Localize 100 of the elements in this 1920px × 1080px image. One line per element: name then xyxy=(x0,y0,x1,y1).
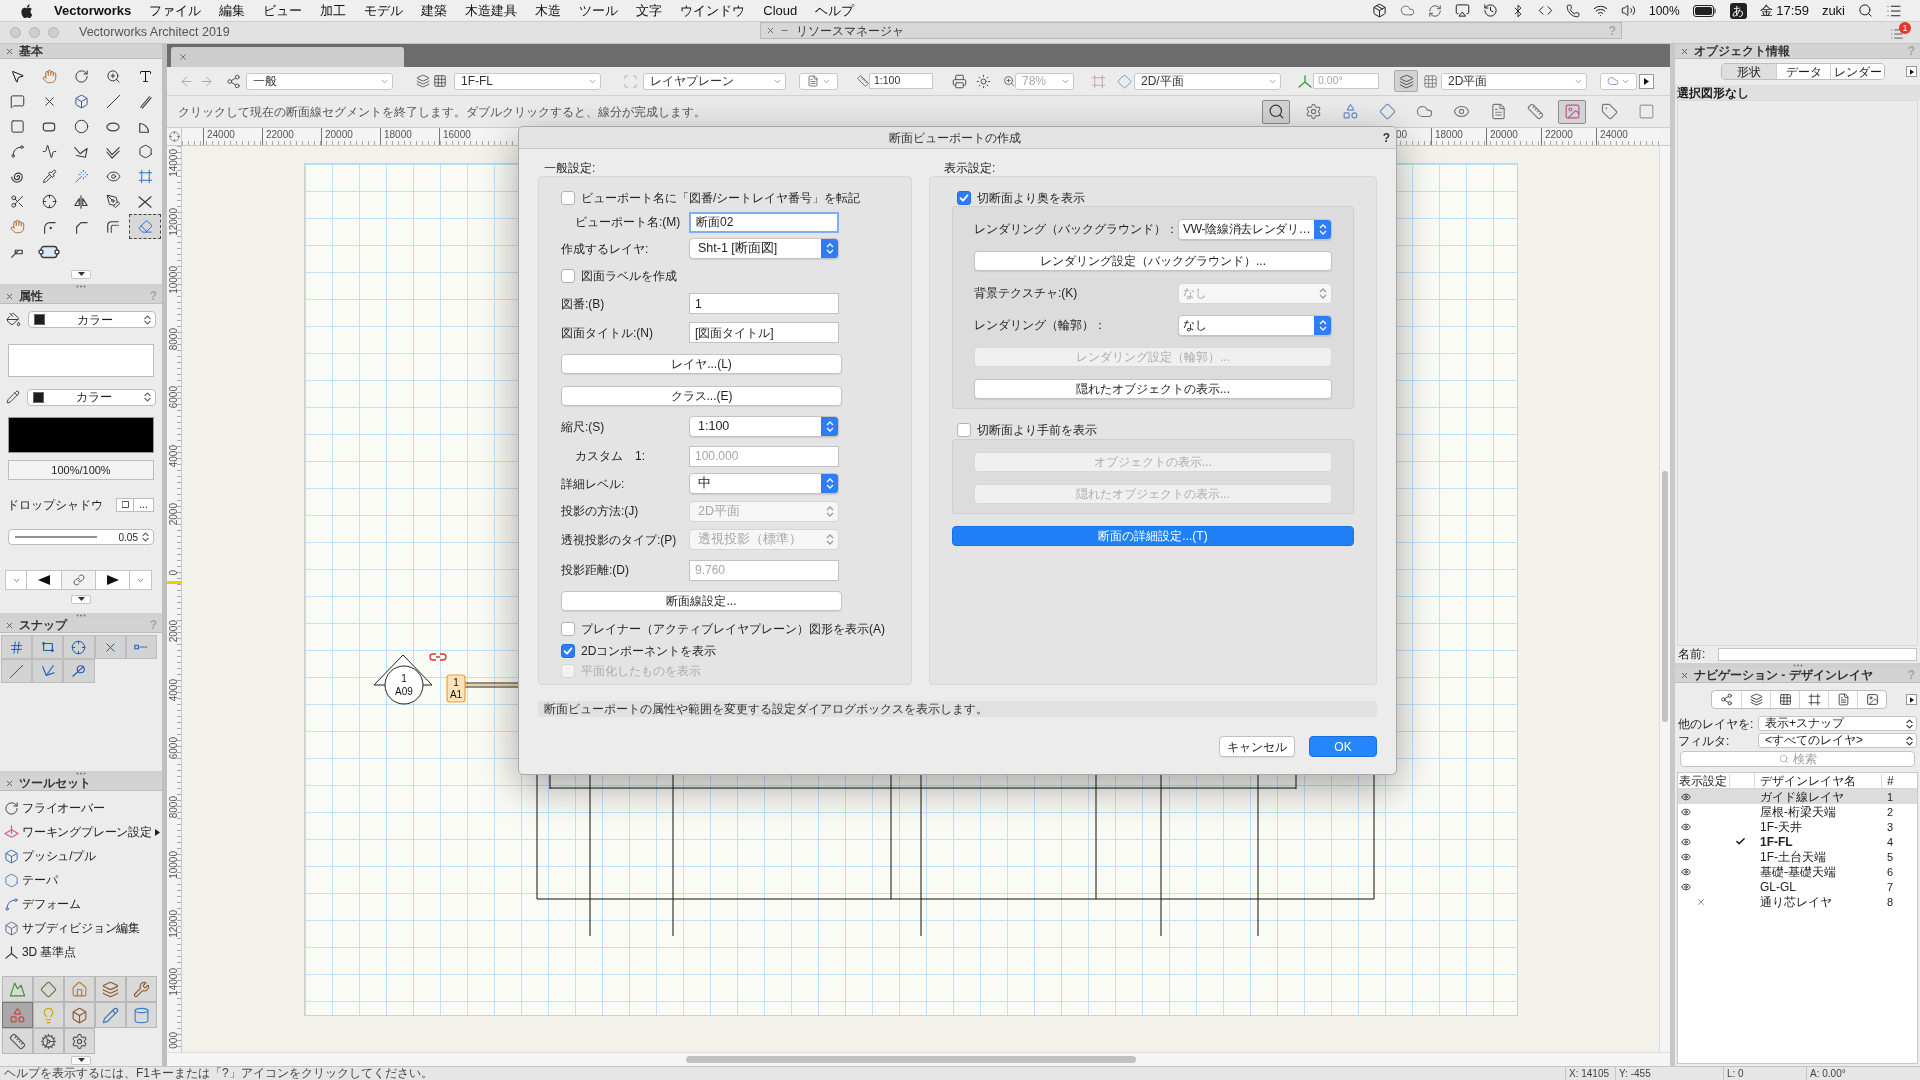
checkbox[interactable] xyxy=(561,269,575,283)
toolset-tab[interactable] xyxy=(33,976,64,1002)
snap-toggle[interactable] xyxy=(63,635,95,659)
collapse-button[interactable] xyxy=(71,1055,91,1065)
scrollbar-thumb[interactable] xyxy=(686,1056,1136,1063)
toolset-item[interactable]: フライオーバー xyxy=(0,796,162,820)
dialog-button[interactable]: OK xyxy=(1309,736,1377,757)
menu-item[interactable]: 木造建具 xyxy=(465,0,518,21)
user-name[interactable]: zuki xyxy=(1821,0,1845,21)
toolset-tab[interactable] xyxy=(95,1002,126,1028)
dropdown[interactable]: なし xyxy=(1178,314,1332,336)
toolset-item[interactable]: サブディビジョン編集 xyxy=(0,916,162,940)
scrollbar-thumb[interactable] xyxy=(1662,471,1668,722)
toolset-item[interactable]: プッシュ/プル xyxy=(0,844,162,868)
menu-item[interactable]: 木造 xyxy=(535,0,562,21)
stack-view-toggle[interactable] xyxy=(1394,70,1418,92)
menu-item[interactable]: ツール xyxy=(579,0,619,21)
menu-item[interactable]: モデル xyxy=(364,0,404,21)
menu-item[interactable]: 建築 xyxy=(421,0,448,21)
snap-toggle[interactable] xyxy=(1,635,33,659)
line-weight-dropdown[interactable]: 0.05 xyxy=(8,529,154,545)
checkbox[interactable] xyxy=(957,423,971,437)
text-field[interactable]: 1 xyxy=(689,293,839,314)
dialog-button[interactable]: 隠れたオブジェクトの表示... xyxy=(974,379,1332,399)
layer-row[interactable]: ガイド線レイヤ 1 xyxy=(1678,789,1917,804)
filter-dropdown[interactable]: <すべてのレイヤ> xyxy=(1758,733,1917,748)
checkbox[interactable] xyxy=(561,644,575,658)
dialog-button[interactable]: クラス...(E) xyxy=(561,385,842,406)
toolbar-dropdown[interactable]: 一般 xyxy=(246,72,393,90)
layer-row[interactable]: 1F-FL 4 xyxy=(1678,834,1917,849)
toolset-tab[interactable] xyxy=(95,976,126,1002)
drop-shadow-toggle[interactable] xyxy=(116,497,134,512)
toolset-tab[interactable] xyxy=(33,1028,64,1054)
toolbar-field[interactable]: 1:100 xyxy=(869,73,933,89)
toolset-tab[interactable] xyxy=(64,1002,95,1028)
text-field[interactable]: [図面タイトル] xyxy=(689,322,839,343)
menu-item[interactable]: Cloud xyxy=(763,0,798,21)
menu-item[interactable]: 加工 xyxy=(320,0,347,21)
snap-toggle[interactable] xyxy=(32,659,64,683)
app-menu[interactable]: Vectorworks xyxy=(54,0,132,21)
tool-button[interactable] xyxy=(129,214,161,239)
layer-row[interactable]: 基礎-基礎天端 6 xyxy=(1678,864,1917,879)
opacity-button[interactable]: 100%/100% xyxy=(8,460,154,480)
snap-toggle[interactable] xyxy=(63,659,95,683)
snap-toggle[interactable] xyxy=(94,635,126,659)
pen-style-dropdown[interactable]: カラー xyxy=(27,388,156,406)
toolset-item[interactable]: デフォーム xyxy=(0,892,162,916)
text-field[interactable]: 断面02 xyxy=(689,211,839,233)
toolset-item[interactable]: テーパ xyxy=(0,868,162,892)
toolset-tab[interactable] xyxy=(126,1002,157,1028)
toolset-tab[interactable] xyxy=(64,1028,95,1054)
menu-item[interactable]: ビュー xyxy=(263,0,303,21)
page-dropdown[interactable] xyxy=(799,72,838,90)
toolset-tab[interactable] xyxy=(126,976,157,1002)
toolbar-dropdown[interactable]: レイヤプレーン xyxy=(643,72,786,90)
layer-row[interactable]: GL-GL 7 xyxy=(1678,879,1917,894)
layer-row[interactable]: 1F-天井 3 xyxy=(1678,819,1917,834)
dialog-button[interactable]: 断面線設定... xyxy=(561,591,842,611)
snap-toggle[interactable] xyxy=(125,635,157,659)
snap-toggle[interactable] xyxy=(1,659,33,683)
menu-item[interactable]: ウインドウ xyxy=(680,0,746,21)
tab[interactable]: 形状 xyxy=(1722,64,1776,79)
layer-row[interactable]: 通り芯レイヤ 8 xyxy=(1678,894,1917,909)
toolset-item[interactable]: 3D 基準点 xyxy=(0,940,162,964)
toolbar-dropdown[interactable]: 2D/平面 xyxy=(1134,72,1281,90)
mode-button[interactable] xyxy=(1262,99,1290,124)
input-mode-indicator[interactable]: あ xyxy=(1729,2,1747,19)
checkbox[interactable] xyxy=(561,190,575,205)
help-mark[interactable]: ? xyxy=(1382,128,1390,147)
marker-dropdown-button[interactable] xyxy=(5,570,27,590)
checkbox[interactable] xyxy=(957,190,971,205)
toolset-item[interactable]: ワーキングプレーン設定 xyxy=(0,820,162,844)
checkbox[interactable] xyxy=(561,621,575,636)
drop-shadow-settings-button[interactable]: ... xyxy=(134,497,154,512)
end-marker-button[interactable] xyxy=(96,570,130,590)
panel-menu-button[interactable] xyxy=(1906,694,1917,705)
menu-item[interactable]: 編集 xyxy=(219,0,246,21)
start-marker-button[interactable] xyxy=(27,570,62,590)
tab[interactable]: レンダー xyxy=(1830,64,1884,79)
dropdown[interactable]: Sht-1 [断面図] xyxy=(689,238,839,259)
dialog-button[interactable]: キャンセル xyxy=(1219,736,1295,757)
menu-item[interactable]: ファイル xyxy=(149,0,202,21)
layer-row[interactable]: 1F-土台天端 5 xyxy=(1678,849,1917,864)
layer-row[interactable]: 屋根-桁梁天端 2 xyxy=(1678,804,1917,819)
menu-item[interactable]: ヘルプ xyxy=(815,0,855,21)
dialog-button[interactable]: レイヤ...(L) xyxy=(561,354,842,374)
other-layers-dropdown[interactable]: 表示+スナップ xyxy=(1758,716,1917,731)
panel-menu-button[interactable] xyxy=(1906,66,1917,77)
toolset-tab[interactable] xyxy=(2,976,33,1002)
toolset-tab[interactable] xyxy=(2,1028,33,1054)
toolbar-dropdown[interactable]: 1F-FL xyxy=(454,72,601,90)
marker-dropdown-button[interactable] xyxy=(130,570,152,590)
menu-item[interactable]: 文字 xyxy=(636,0,663,21)
toolbar-menu-button[interactable] xyxy=(1639,73,1654,89)
toolset-tab[interactable] xyxy=(64,976,95,1002)
toolbar-dropdown[interactable]: 2D平面 xyxy=(1441,72,1587,90)
dropdown[interactable]: 1:100 xyxy=(689,416,839,437)
dialog-button[interactable]: 断面の詳細設定...(T) xyxy=(952,526,1354,546)
snap-toggle[interactable] xyxy=(32,635,64,659)
name-field[interactable] xyxy=(1718,647,1917,661)
